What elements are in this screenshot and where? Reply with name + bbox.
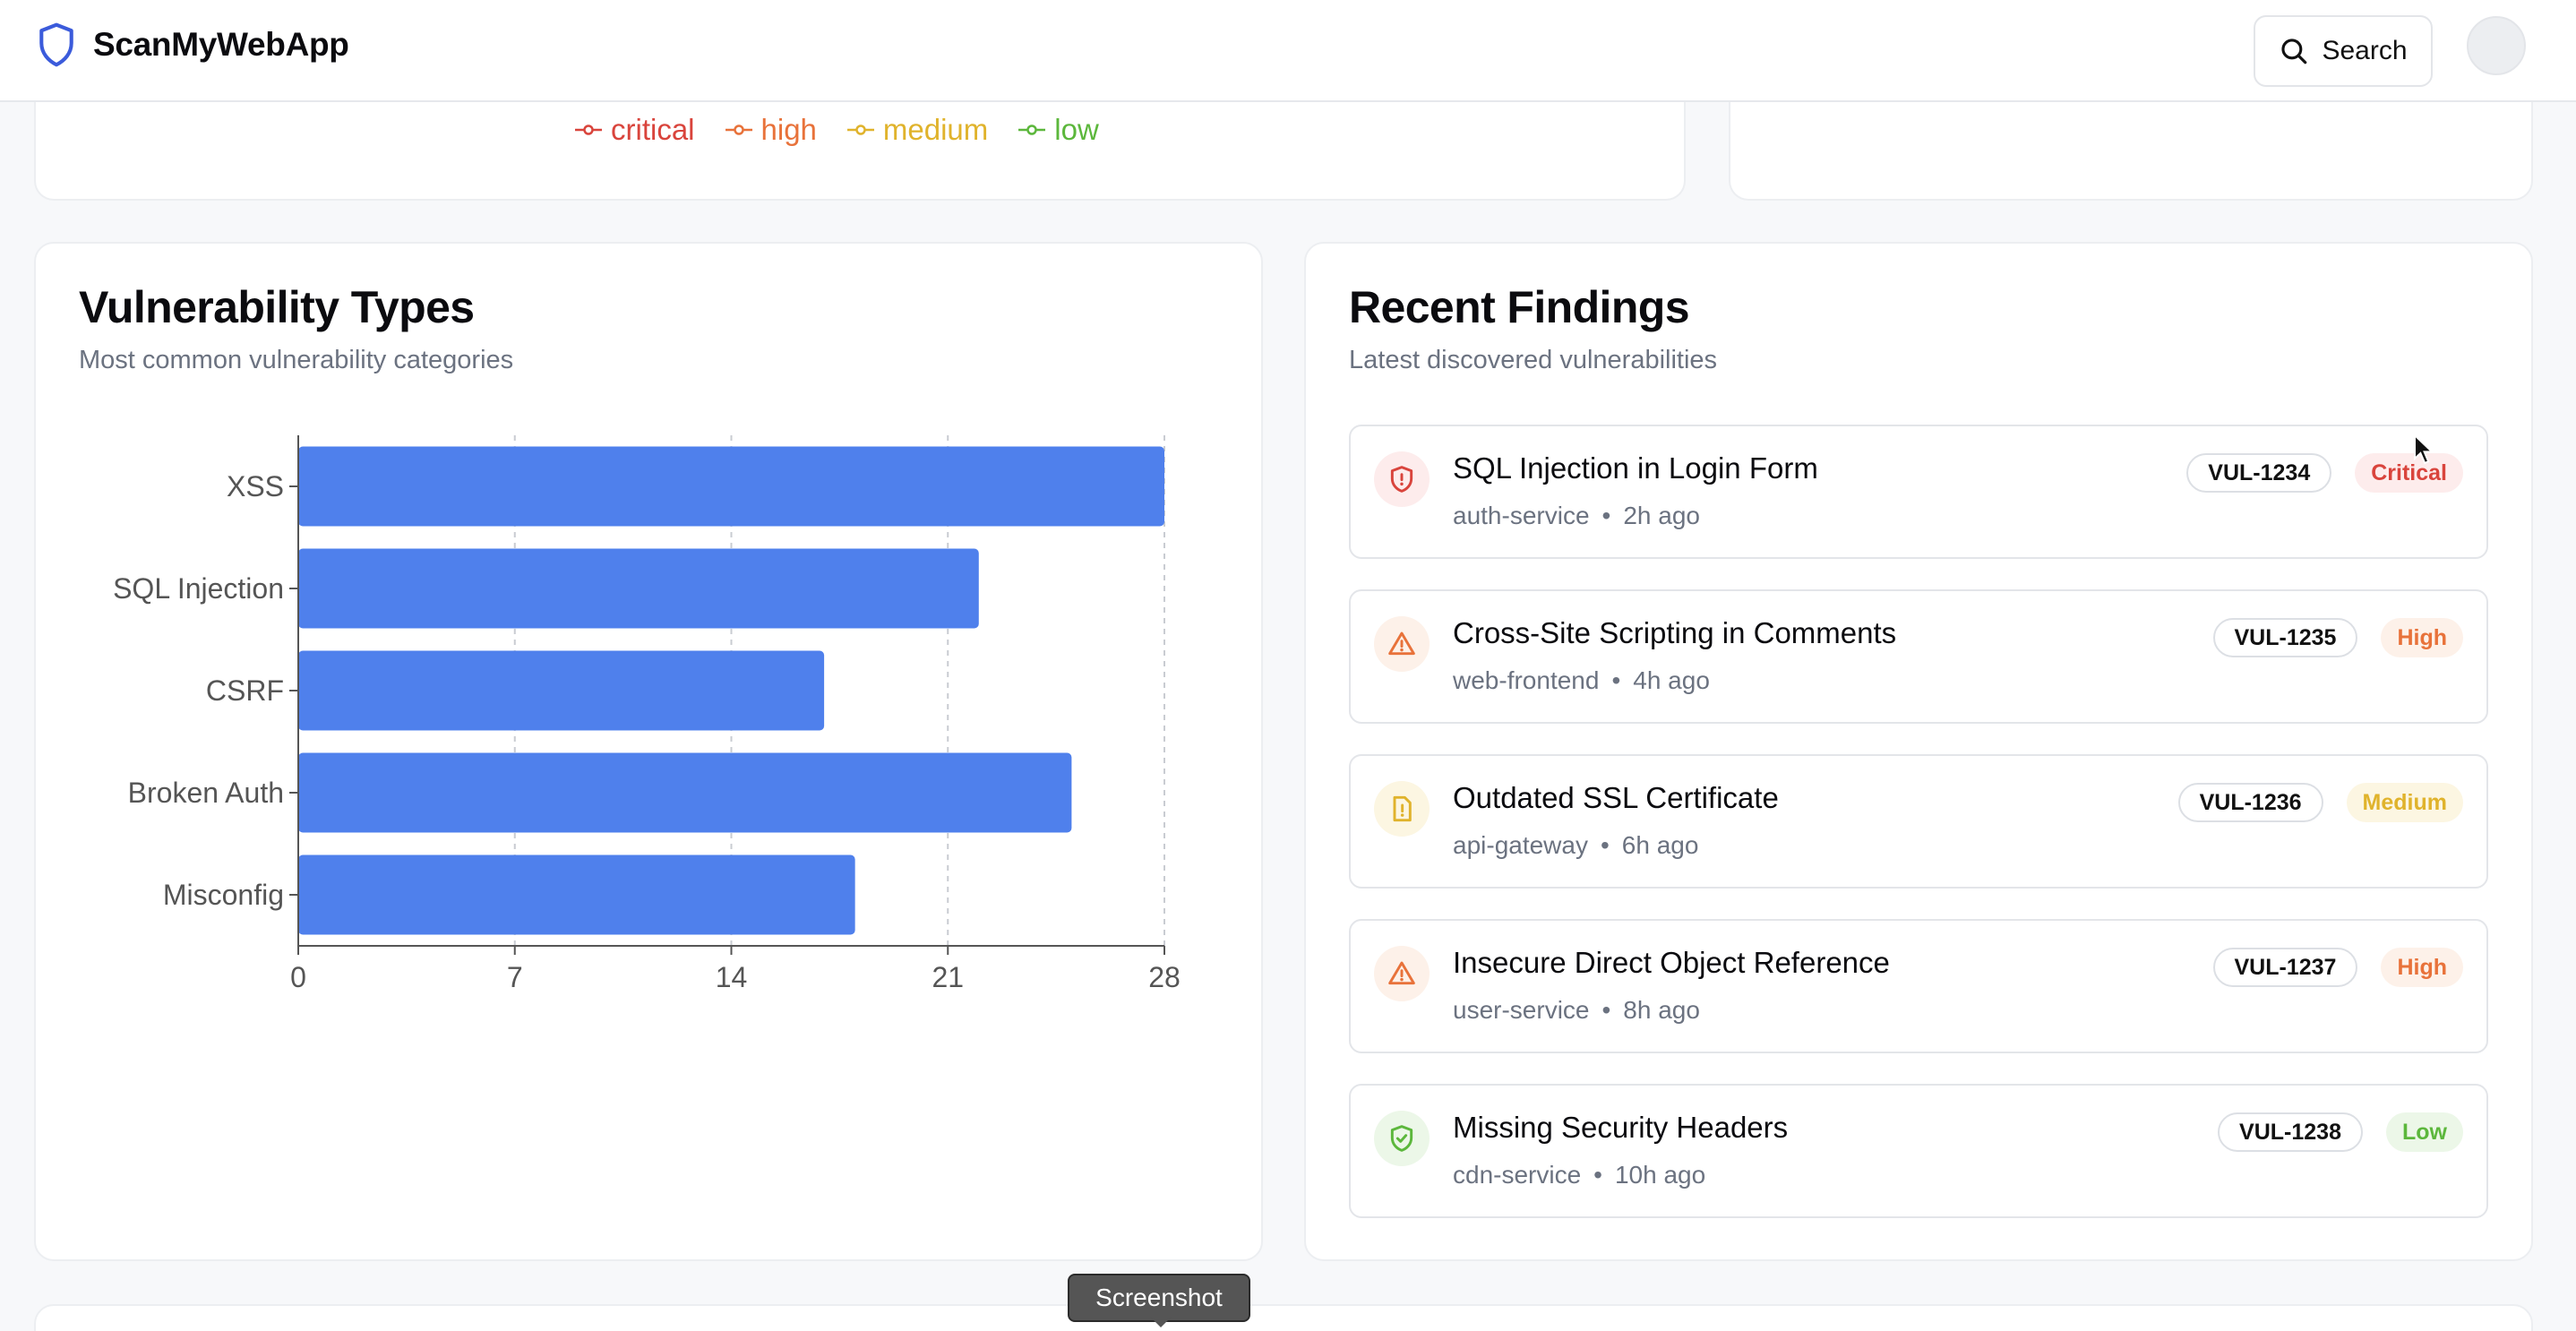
meta-separator: • (1600, 831, 1610, 859)
finding-time: 10h ago (1614, 1161, 1706, 1189)
finding-meta: cdn-service • 10h ago (1453, 1161, 1705, 1189)
finding-meta: auth-service • 2h ago (1453, 502, 1700, 530)
finding-meta: user-service • 8h ago (1453, 996, 1700, 1025)
finding-time: 8h ago (1623, 996, 1700, 1024)
finding-service: auth-service (1453, 502, 1590, 529)
finding-time: 4h ago (1633, 666, 1710, 694)
search-button[interactable]: Search (2254, 15, 2433, 87)
meta-separator: • (1601, 502, 1611, 529)
warning-triangle-icon (1388, 631, 1415, 656)
mouse-cursor-icon (2414, 434, 2434, 465)
legend-label: medium (882, 113, 989, 146)
x-tick-label: 0 (290, 961, 306, 993)
meta-separator: • (1611, 666, 1621, 694)
finding-item[interactable]: Missing Security Headers cdn-service • 10h… (1349, 1084, 2488, 1218)
legend-item-medium[interactable]: medium (846, 113, 988, 147)
user-avatar[interactable] (2467, 16, 2526, 75)
finding-title: Cross-Site Scripting in Comments (1453, 616, 1897, 649)
shield-logo-icon (39, 22, 73, 67)
top-navigation-bar: ScanMyWebApp Search (0, 0, 2576, 102)
finding-tags: VUL-1238 Low (2218, 1112, 2463, 1152)
vulnerability-types-card: Vulnerability Types Most common vulnerab… (34, 242, 1263, 1261)
y-tick-label: CSRF (206, 674, 284, 707)
severity-legend: critical high medium low (573, 113, 1099, 147)
finding-tags: VUL-1235 High (2212, 618, 2463, 657)
finding-id-badge: VUL-1236 (2177, 783, 2323, 822)
finding-id-badge: VUL-1235 (2212, 618, 2358, 657)
bar-sql-injection (298, 548, 979, 629)
legend-line-marker-icon (575, 125, 602, 135)
legend-line-marker-icon (725, 125, 752, 135)
finding-icon-badge (1374, 1111, 1430, 1166)
severity-badge: Medium (2346, 783, 2463, 822)
search-button-label: Search (2322, 36, 2408, 65)
legend-item-low[interactable]: low (1017, 113, 1099, 147)
finding-service: user-service (1453, 996, 1590, 1024)
finding-service: api-gateway (1453, 831, 1588, 859)
legend-label: high (760, 113, 817, 146)
severity-badge: High (2381, 618, 2463, 657)
brand[interactable]: ScanMyWebApp (36, 21, 349, 68)
finding-item[interactable]: Insecure Direct Object Reference user-se… (1349, 919, 2488, 1053)
legend-item-critical[interactable]: critical (573, 113, 695, 147)
finding-title: Insecure Direct Object Reference (1453, 946, 1890, 979)
finding-id-badge: VUL-1237 (2212, 948, 2358, 987)
bar-broken-auth (298, 752, 1072, 833)
bar-csrf (298, 650, 825, 731)
meta-separator: • (1601, 996, 1611, 1024)
finding-item[interactable]: SQL Injection in Login Form auth-service… (1349, 425, 2488, 559)
x-tick-label: 7 (507, 961, 523, 993)
card-title: Recent Findings (1349, 282, 1690, 332)
finding-title: Outdated SSL Certificate (1453, 781, 1779, 814)
severity-badge: Low (2386, 1112, 2463, 1152)
finding-icon-badge (1374, 781, 1430, 837)
finding-id-badge: VUL-1234 (2186, 453, 2332, 493)
finding-id-badge: VUL-1238 (2218, 1112, 2363, 1152)
finding-title: Missing Security Headers (1453, 1111, 1789, 1144)
y-tick-label: Broken Auth (128, 777, 284, 809)
bar-xss (298, 446, 1164, 527)
card-subtitle: Latest discovered vulnerabilities (1349, 346, 1718, 374)
finding-icon-badge (1374, 946, 1430, 1001)
recent-findings-card: Recent Findings Latest discovered vulner… (1304, 242, 2533, 1261)
y-tick-label: SQL Injection (113, 572, 284, 605)
legend-label: low (1054, 113, 1099, 146)
bar-misconfig (298, 854, 855, 935)
next-card (34, 1304, 2533, 1331)
shield-check-icon (1390, 1125, 1413, 1152)
legend-label: critical (611, 113, 695, 146)
legend-item-high[interactable]: high (724, 113, 817, 147)
y-tick-label: Misconfig (163, 879, 284, 911)
finding-meta: web-frontend • 4h ago (1453, 666, 1710, 695)
x-tick-label: 21 (932, 961, 964, 993)
finding-title: SQL Injection in Login Form (1453, 451, 1818, 485)
search-icon (2281, 39, 2307, 64)
finding-time: 6h ago (1621, 831, 1699, 859)
x-tick-label: 28 (1148, 961, 1181, 993)
file-alert-icon (1393, 795, 1412, 822)
severity-badge: High (2381, 948, 2463, 987)
severity-badge: Critical (2355, 453, 2463, 493)
meta-separator: • (1593, 1161, 1602, 1189)
finding-tags: VUL-1237 High (2212, 948, 2463, 987)
legend-line-marker-icon (846, 125, 874, 135)
finding-item[interactable]: Outdated SSL Certificate api-gateway • 6h … (1349, 754, 2488, 889)
finding-icon-badge (1374, 616, 1430, 672)
legend-line-marker-icon (1018, 125, 1046, 135)
finding-icon-badge (1374, 451, 1430, 507)
finding-meta: api-gateway • 6h ago (1453, 831, 1698, 860)
finding-service: cdn-service (1453, 1161, 1582, 1189)
finding-tags: VUL-1236 Medium (2177, 783, 2463, 822)
vulnerability-types-chart: XSS SQL Injection CSRF Broken Auth Misconfig… (113, 435, 1181, 993)
app-name: ScanMyWebApp (93, 26, 349, 63)
x-tick-label: 14 (716, 961, 748, 993)
shield-alert-icon (1390, 466, 1413, 493)
warning-triangle-icon (1388, 961, 1415, 985)
y-tick-label: XSS (227, 470, 284, 502)
finding-item[interactable]: Cross-Site Scripting in Comments web-fro… (1349, 589, 2488, 724)
tooltip-pointer (1150, 1317, 1172, 1327)
finding-service: web-frontend (1453, 666, 1600, 694)
finding-time: 2h ago (1623, 502, 1700, 529)
screenshot-tooltip: Screenshot (1068, 1274, 1250, 1322)
